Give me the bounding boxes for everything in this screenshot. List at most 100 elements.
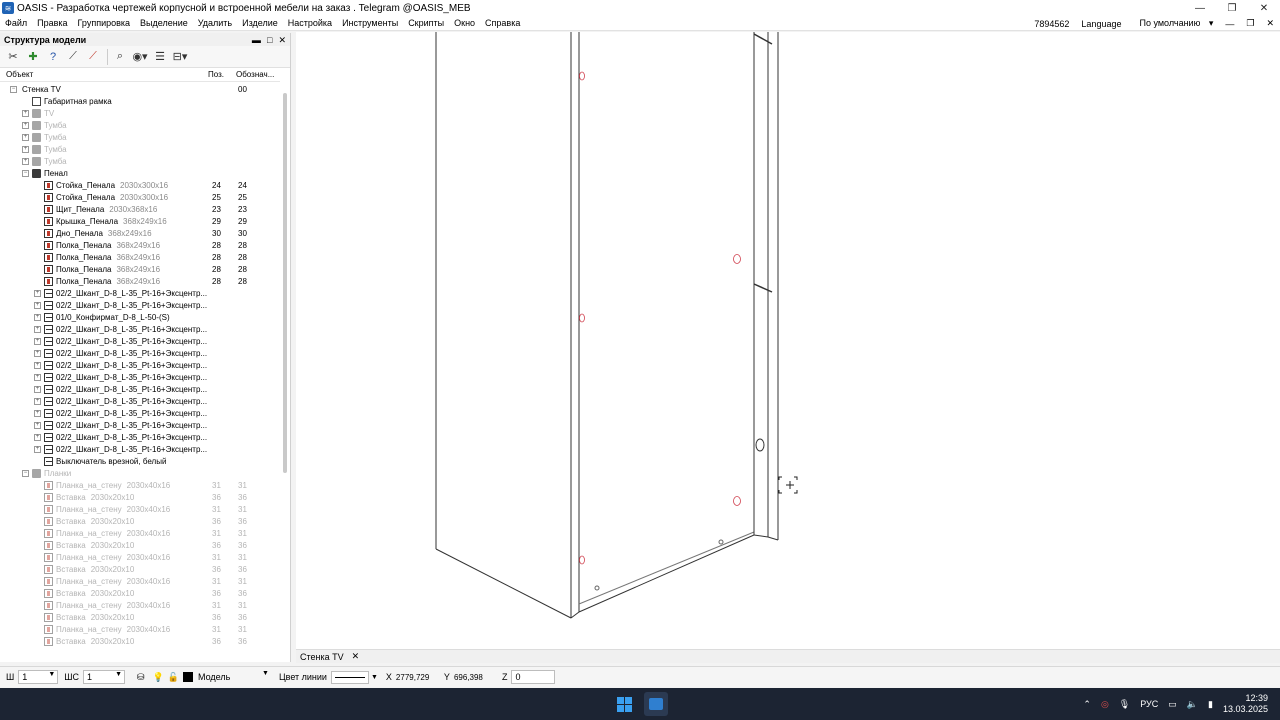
expand-icon[interactable]: + — [34, 301, 41, 309]
menu-scripts[interactable]: Скрипты — [403, 18, 449, 28]
close-icon[interactable]: ✕ — [1248, 0, 1280, 16]
line-style-select[interactable] — [330, 670, 369, 684]
expand-icon[interactable]: + — [34, 445, 41, 453]
tab-close-icon[interactable]: ✕ — [352, 651, 360, 662]
collapse-icon[interactable]: − — [22, 469, 29, 477]
tree-row[interactable]: Щит_Пенала 2030x368x16 23 23 — [0, 203, 282, 215]
expand-icon[interactable]: + — [34, 385, 41, 393]
tree-row[interactable]: Стойка_Пенала 2030x300x16 25 25 — [0, 191, 282, 203]
tree-row[interactable]: Выключатель врезной, белый — [0, 455, 282, 467]
tree-row[interactable]: +01/0_Конфирмат_D-8_L-50-(S) — [0, 311, 282, 323]
language-indicator[interactable]: РУС — [1140, 699, 1158, 709]
lock-icon[interactable]: 🔓 — [168, 672, 179, 683]
panel-close-icon[interactable]: ✕ — [278, 35, 286, 45]
tree-row[interactable]: +02/2_Шкант_D-8_L-35_Pt-16+Эксцентр... — [0, 383, 282, 395]
clock[interactable]: 12:39 13.03.2025 — [1223, 693, 1268, 715]
expand-icon[interactable]: + — [34, 397, 41, 405]
collapse-icon[interactable]: − — [22, 169, 29, 177]
tree-row[interactable]: Вставка 2030x20x10 36 36 — [0, 611, 282, 623]
tree-row[interactable]: +02/2_Шкант_D-8_L-35_Pt-16+Эксцентр... — [0, 347, 282, 359]
chevron-down-icon[interactable]: ▼ — [371, 674, 378, 681]
tree-row[interactable]: Планка_на_стену 2030x40x16 31 31 — [0, 551, 282, 563]
tree-row[interactable]: Вставка 2030x20x10 36 36 — [0, 563, 282, 575]
tree-row[interactable]: − Планки — [0, 467, 282, 479]
restore-icon[interactable]: ❐ — [1216, 0, 1248, 16]
column-object[interactable]: Объект — [0, 70, 206, 81]
ws-select[interactable]: 1 ▼ — [83, 670, 125, 684]
expand-icon[interactable]: + — [34, 409, 41, 417]
minimize-icon[interactable]: — — [1184, 0, 1216, 16]
tree-row[interactable]: + TV — [0, 107, 282, 119]
tree-row[interactable]: + Тумба — [0, 155, 282, 167]
tree-row[interactable]: +02/2_Шкант_D-8_L-35_Pt-16+Эксцентр... — [0, 443, 282, 455]
tree-row[interactable]: +02/2_Шкант_D-8_L-35_Pt-16+Эксцентр... — [0, 419, 282, 431]
oasis-taskbar-icon[interactable] — [644, 692, 668, 716]
list-icon[interactable]: ☰ — [151, 48, 169, 66]
menu-tools[interactable]: Инструменты — [337, 18, 403, 28]
color-swatch[interactable] — [182, 672, 193, 682]
expand-icon[interactable]: + — [34, 373, 41, 381]
help-icon[interactable]: ? — [44, 48, 62, 66]
tree-row[interactable]: Крышка_Пенала 368x249x16 29 29 — [0, 215, 282, 227]
tree-row[interactable]: +02/2_Шкант_D-8_L-35_Pt-16+Эксцентр... — [0, 359, 282, 371]
preset-dropdown[interactable]: По умолчанию ▾ — [1127, 18, 1219, 29]
tree-row[interactable]: Вставка 2030x20x10 36 36 — [0, 491, 282, 503]
layers-icon[interactable]: ⊟▾ — [171, 48, 189, 66]
bulb-icon[interactable]: 💡 — [153, 672, 164, 683]
microphone-icon[interactable]: 🎙 — [1119, 699, 1130, 710]
tree-row[interactable]: + Тумба — [0, 119, 282, 131]
menu-window[interactable]: Окно — [449, 18, 480, 28]
menu-settings[interactable]: Настройка — [283, 18, 337, 28]
tree-row[interactable]: +02/2_Шкант_D-8_L-35_Pt-16+Эксцентр... — [0, 287, 282, 299]
tree-row[interactable]: Вставка 2030x20x10 36 36 — [0, 539, 282, 551]
tree-row[interactable]: Полка_Пенала 368x249x16 28 28 — [0, 251, 282, 263]
tree-row[interactable]: Планка_на_стену 2030x40x16 31 31 — [0, 479, 282, 491]
tree-row[interactable]: Габаритная рамка — [0, 95, 282, 107]
expand-icon[interactable]: + — [22, 133, 29, 141]
menu-file[interactable]: Файл — [0, 18, 32, 28]
tree-row[interactable]: Полка_Пенала 368x249x16 28 28 — [0, 239, 282, 251]
tree-row[interactable]: Стойка_Пенала 2030x300x16 24 24 — [0, 179, 282, 191]
tree-row[interactable]: Дно_Пенала 368x249x16 30 30 — [0, 227, 282, 239]
expand-icon[interactable]: + — [34, 361, 41, 369]
tree-row[interactable]: +02/2_Шкант_D-8_L-35_Pt-16+Эксцентр... — [0, 431, 282, 443]
expand-icon[interactable]: + — [22, 109, 29, 117]
tree-row[interactable]: +02/2_Шкант_D-8_L-35_Pt-16+Эксцентр... — [0, 395, 282, 407]
tree-row[interactable]: Планка_на_стену 2030x40x16 31 31 — [0, 599, 282, 611]
tree-row[interactable]: +02/2_Шкант_D-8_L-35_Pt-16+Эксцентр... — [0, 335, 282, 347]
doc-minimize-icon[interactable]: — — [1219, 19, 1240, 29]
chevron-up-icon[interactable]: ⌃ — [1083, 699, 1091, 710]
z-input[interactable]: 0 — [511, 670, 556, 684]
volume-icon[interactable]: 🔈 — [1187, 699, 1198, 710]
drawing-viewport[interactable] — [296, 32, 1280, 649]
menu-group[interactable]: Группировка — [73, 18, 135, 28]
expand-icon[interactable]: + — [34, 289, 41, 297]
tree-row[interactable]: Планка_на_стену 2030x40x16 31 31 — [0, 575, 282, 587]
expand-icon[interactable]: + — [34, 349, 41, 357]
tree-row[interactable]: Вставка 2030x20x10 36 36 — [0, 635, 282, 647]
chevron-down-icon[interactable]: ▼ — [115, 671, 122, 678]
tree-row[interactable]: Полка_Пенала 368x249x16 28 28 — [0, 275, 282, 287]
tree-row[interactable]: Планка_на_стену 2030x40x16 31 31 — [0, 623, 282, 635]
expand-icon[interactable]: + — [22, 145, 29, 153]
tree-row[interactable]: + Тумба — [0, 143, 282, 155]
tree-row[interactable]: Вставка 2030x20x10 36 36 — [0, 587, 282, 599]
eye-icon[interactable]: ◉▾ — [131, 48, 149, 66]
edge-icon[interactable]: ⟋ — [64, 48, 82, 66]
tree-row[interactable]: Планка_на_стену 2030x40x16 31 31 — [0, 503, 282, 515]
layer-select[interactable]: Модель ▼ — [195, 670, 271, 684]
menu-help[interactable]: Справка — [480, 18, 525, 28]
network-icon[interactable]: ▭ — [1168, 699, 1177, 710]
width-input[interactable]: 1 ▼ — [18, 670, 59, 684]
column-designation[interactable]: Обознач... — [234, 70, 280, 81]
tree-row[interactable]: +02/2_Шкант_D-8_L-35_Pt-16+Эксцентр... — [0, 407, 282, 419]
collapse-icon[interactable]: − — [10, 85, 17, 93]
language-menu[interactable]: Language — [1075, 19, 1127, 29]
menu-edit[interactable]: Правка — [32, 18, 72, 28]
expand-icon[interactable]: + — [34, 337, 41, 345]
chevron-down-icon[interactable]: ▼ — [262, 670, 269, 677]
tree-row[interactable]: +02/2_Шкант_D-8_L-35_Pt-16+Эксцентр... — [0, 323, 282, 335]
expand-icon[interactable]: + — [22, 121, 29, 129]
column-pos[interactable]: Поз. — [206, 70, 234, 81]
tree-row[interactable]: − Стенка TV 00 — [0, 83, 282, 95]
